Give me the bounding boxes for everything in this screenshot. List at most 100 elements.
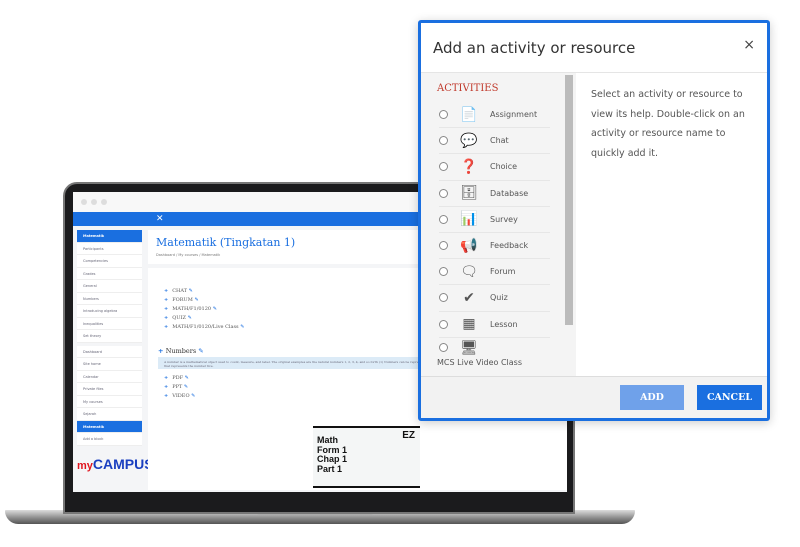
video-thumbnail[interactable]: Math Form 1 Chap 1 Part 1 EZ (313, 426, 420, 488)
activity-option-survey[interactable]: 📊 Survey (439, 207, 550, 233)
radio-button[interactable] (439, 267, 448, 277)
move-icon[interactable]: + (164, 288, 168, 294)
activity-link[interactable]: FORUM (172, 297, 193, 303)
add-button[interactable]: ADD (620, 385, 684, 410)
edit-icon[interactable]: ✎ (191, 393, 195, 399)
sidebar-item[interactable]: Matematik (77, 420, 142, 433)
video-brand: EZ (402, 430, 415, 441)
radio-button[interactable] (439, 293, 448, 303)
activity-option-mcs-live-video-class[interactable]: 🖥 (439, 338, 550, 358)
sidebar-item[interactable]: Add a block (77, 433, 142, 446)
close-icon[interactable]: ✕ (156, 214, 164, 224)
activities-heading: ACTIVITIES (437, 83, 499, 94)
activity-label: MCS Live Video Class (437, 357, 522, 367)
radio-button[interactable] (439, 241, 448, 251)
video-title-line: Part 1 (317, 463, 343, 474)
edit-icon[interactable]: ✎ (198, 347, 203, 355)
sidebar-item[interactable]: Calendar (77, 370, 142, 383)
activity-option-chat[interactable]: 💬 Chat (439, 128, 550, 155)
edit-icon[interactable]: ✎ (213, 306, 217, 312)
activity-option-choice[interactable]: ❓ Choice (439, 154, 550, 181)
sidebar-item[interactable]: Sejarah (77, 408, 142, 421)
edit-icon[interactable]: ✎ (185, 375, 189, 381)
activity-list: ACTIVITIES 📄 Assignment 💬 Chat ❓ Choice 🗄 Datab… (421, 73, 576, 379)
checkmark-icon: ✔ (463, 289, 475, 306)
mycampus-logo: myCAMPUS (77, 456, 154, 472)
activity-link[interactable]: CHAT (172, 288, 187, 294)
activity-link[interactable]: MATH/F1/0120 (172, 306, 211, 312)
sidebar-item[interactable]: Private files (77, 383, 142, 396)
activity-option-quiz[interactable]: ✔ Quiz (439, 285, 550, 312)
move-icon[interactable]: + (164, 315, 168, 321)
activity-link[interactable]: VIDEO (172, 393, 189, 399)
activity-option-database[interactable]: 🗄 Database (439, 181, 550, 207)
move-icon[interactable]: + (164, 384, 168, 390)
sidebar-item[interactable]: Participants (77, 242, 142, 255)
radio-button[interactable] (439, 162, 448, 172)
sidebar-item[interactable]: Inequalities (77, 317, 142, 330)
sidebar-item[interactable]: Set theory (77, 330, 142, 343)
sidebar-item[interactable]: Introducing algebra (77, 305, 142, 318)
activity-link[interactable]: QUIZ (172, 315, 186, 321)
activity-link[interactable]: PDF (172, 375, 183, 381)
modal-footer: ADD CANCEL (421, 376, 767, 418)
video-class-icon: 🖥 (460, 339, 478, 356)
move-icon[interactable]: + (164, 297, 168, 303)
edit-icon[interactable]: ✎ (194, 297, 198, 303)
forum-icon: 🗨 (460, 263, 478, 280)
assignment-icon: 📄 (460, 106, 478, 123)
edit-icon[interactable]: ✎ (188, 315, 192, 321)
activity-option-forum[interactable]: 🗨 Forum (439, 259, 550, 286)
edit-icon[interactable]: ✎ (240, 324, 244, 330)
window-dot (81, 199, 87, 205)
scrollbar[interactable] (565, 75, 573, 325)
activity-label: Choice (490, 162, 518, 172)
sidebar-item[interactable]: Dashboard (77, 345, 142, 358)
question-icon: ❓ (460, 158, 478, 175)
sidebar-item[interactable]: Matematik (77, 230, 142, 243)
move-icon[interactable]: + (164, 306, 168, 312)
activity-label: Assignment (490, 110, 538, 120)
database-icon: 🗄 (460, 185, 478, 202)
lesson-icon: ▦ (462, 316, 476, 333)
edit-icon[interactable]: ✎ (184, 384, 188, 390)
radio-button[interactable] (439, 343, 448, 353)
activity-label: Quiz (490, 293, 508, 303)
radio-button[interactable] (439, 214, 448, 224)
sidebar-item[interactable]: Grades (77, 267, 142, 280)
window-dot (91, 199, 97, 205)
radio-button[interactable] (439, 136, 448, 146)
bar-chart-icon: 📊 (460, 211, 478, 228)
window-dot (101, 199, 107, 205)
activity-label: Chat (490, 136, 509, 146)
close-icon[interactable]: × (743, 37, 755, 53)
activity-option-lesson[interactable]: ▦ Lesson (439, 312, 550, 338)
activity-label: Forum (490, 267, 516, 277)
activity-link[interactable]: PPT (172, 384, 182, 390)
cancel-button[interactable]: CANCEL (697, 385, 762, 410)
activity-label: Survey (490, 214, 518, 224)
help-text: Select an activity or resource to view i… (591, 89, 745, 159)
activity-label: Lesson (490, 319, 518, 329)
activity-option-assignment[interactable]: 📄 Assignment (439, 102, 550, 129)
activity-option-feedback[interactable]: 📢 Feedback (439, 233, 550, 260)
edit-icon[interactable]: ✎ (189, 288, 193, 294)
sidebar-item[interactable]: Competencies (77, 255, 142, 268)
radio-button[interactable] (439, 110, 448, 120)
course-sidebar: Matematik Participants Competencies Grades G… (77, 230, 142, 446)
modal-title: Add an activity or resource (433, 39, 636, 57)
move-icon[interactable]: + (164, 324, 168, 330)
move-icon[interactable]: + (164, 375, 168, 381)
sidebar-item[interactable]: Numbers (77, 292, 142, 305)
radio-button[interactable] (439, 188, 448, 198)
megaphone-icon: 📢 (460, 237, 478, 254)
sidebar-item[interactable]: Site home (77, 358, 142, 371)
add-activity-modal: Add an activity or resource × ACTIVITIES… (418, 20, 770, 421)
activity-label: Database (490, 188, 529, 198)
sidebar-item[interactable]: My courses (77, 395, 142, 408)
move-icon[interactable]: + (164, 393, 168, 399)
activity-link[interactable]: MATH/F1/0120/Live Class (172, 324, 238, 330)
radio-button[interactable] (439, 319, 448, 329)
chat-icon: 💬 (460, 132, 478, 149)
sidebar-item[interactable]: General (77, 280, 142, 293)
